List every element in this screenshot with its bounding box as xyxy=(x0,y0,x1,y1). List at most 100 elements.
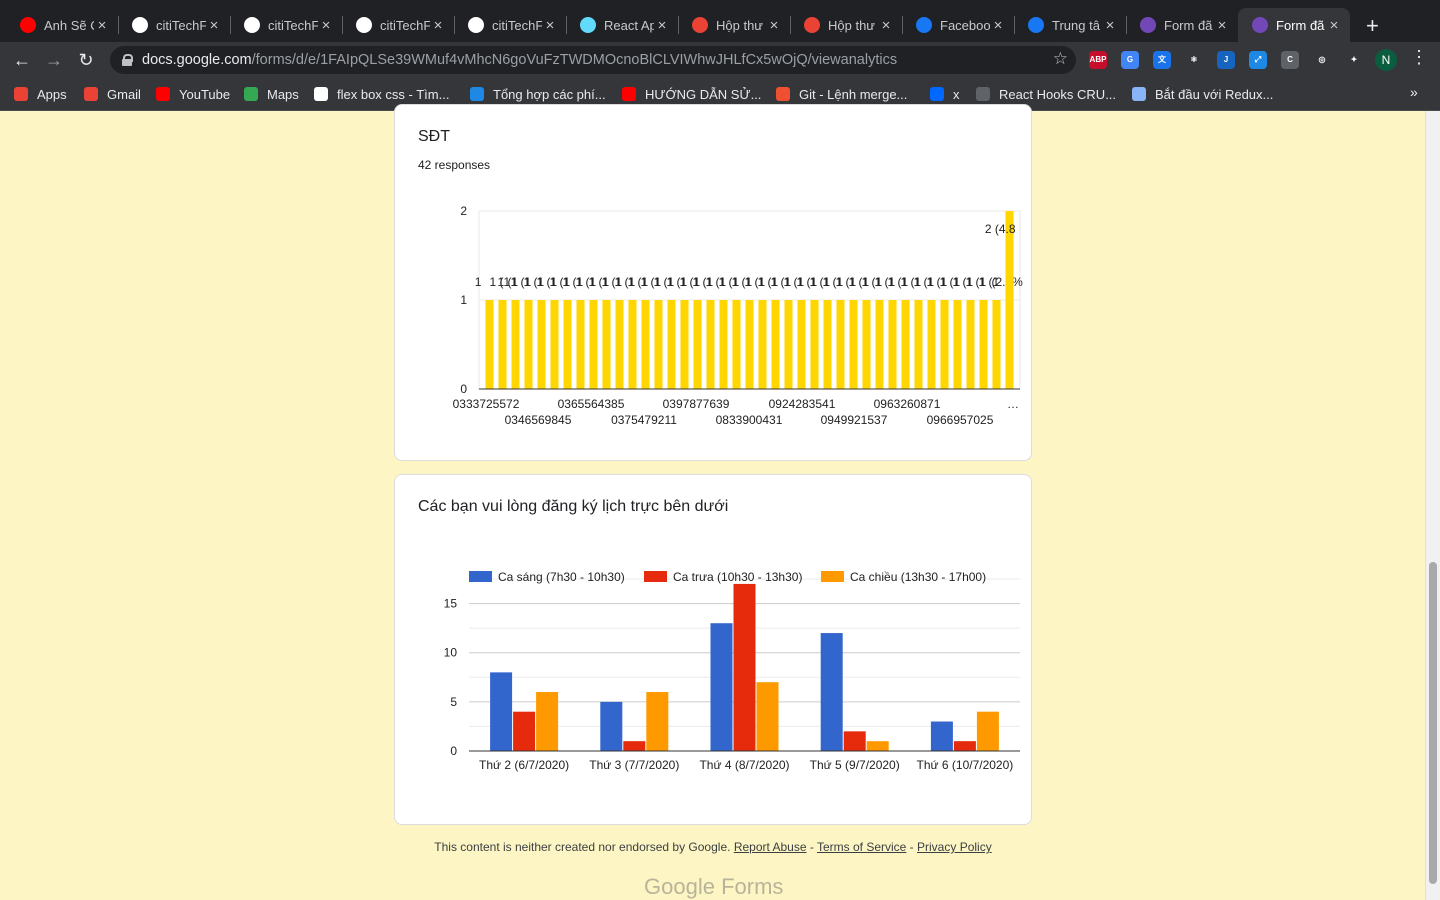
close-tab-icon[interactable]: × xyxy=(878,17,894,34)
browser-tab[interactable]: Anh Sẽ C× xyxy=(6,8,118,42)
github-icon xyxy=(468,17,484,33)
close-tab-icon[interactable]: × xyxy=(766,17,782,34)
git-icon xyxy=(776,87,790,101)
bookmark-item[interactable]: Maps xyxy=(244,85,299,103)
extension-icon[interactable]: G xyxy=(1121,51,1139,69)
browser-tab[interactable]: Hộp thư × xyxy=(790,8,902,42)
new-tab-button[interactable]: + xyxy=(1366,13,1379,39)
gmail-icon xyxy=(84,87,98,101)
bookmark-label: HƯỚNG DẪN SỬ... xyxy=(645,86,762,102)
bookmark-item[interactable]: flex box css - Tìm... xyxy=(314,85,449,103)
browser-tab[interactable]: React Ap × xyxy=(566,8,678,42)
close-tab-icon[interactable]: × xyxy=(430,17,446,34)
browser-tab[interactable]: Hộp thư × xyxy=(678,8,790,42)
bookmark-item[interactable]: Tổng hợp các phí... xyxy=(470,85,606,103)
tab-separator xyxy=(902,16,903,34)
page-footer: This content is neither created nor endo… xyxy=(394,840,1032,854)
browser-tab[interactable]: citiTechF × xyxy=(342,8,454,42)
profile-avatar[interactable]: N xyxy=(1375,49,1397,71)
extension-icon[interactable]: ABP xyxy=(1089,51,1107,69)
bookmark-item[interactable]: React Hooks CRU... xyxy=(976,85,1116,103)
terms-of-service-link[interactable]: Terms of Service xyxy=(817,840,906,854)
google-forms-icon xyxy=(1252,17,1268,33)
data-bar xyxy=(490,672,513,751)
bookmark-label: Tổng hợp các phí... xyxy=(493,86,606,102)
close-tab-icon[interactable]: × xyxy=(654,17,670,34)
data-bar xyxy=(875,300,884,389)
extension-icon[interactable]: ✦ xyxy=(1345,51,1363,69)
browser-tab[interactable]: citiTechF × xyxy=(454,8,566,42)
extension-icon[interactable]: C xyxy=(1281,51,1299,69)
address-bar[interactable]: docs.google.com/forms/d/e/1FAIpQLSe39WMu… xyxy=(110,46,1076,74)
close-tab-icon[interactable]: × xyxy=(318,17,334,34)
youtube-icon xyxy=(20,17,36,33)
browser-tab[interactable]: Faceboo × xyxy=(902,8,1014,42)
scrollbar-thumb[interactable] xyxy=(1429,562,1437,884)
extension-icon[interactable]: J xyxy=(1217,51,1235,69)
data-bar xyxy=(693,300,702,389)
x-tick-label: 0966957025 xyxy=(927,413,994,427)
phone-question-card: SĐT 42 responses 01211 (1 1 (1 1 (1 1 (1 1 (… xyxy=(394,104,1032,461)
github-icon xyxy=(356,17,372,33)
extension-icon[interactable]: ⚛ xyxy=(1185,51,1203,69)
close-tab-icon[interactable]: × xyxy=(1326,17,1342,34)
reload-button[interactable]: ↻ xyxy=(74,48,98,72)
lock-icon xyxy=(122,54,133,66)
data-bar xyxy=(820,633,843,751)
close-tab-icon[interactable]: × xyxy=(1102,17,1118,34)
report-abuse-link[interactable]: Report Abuse xyxy=(734,840,807,854)
x-category-label: Thứ 5 (9/7/2020) xyxy=(810,758,900,772)
x-tick-label: 0963260871 xyxy=(874,397,941,411)
tab-separator xyxy=(342,16,343,34)
legend-swatch xyxy=(469,571,492,582)
close-tab-icon[interactable]: × xyxy=(1214,17,1230,34)
close-tab-icon[interactable]: × xyxy=(990,17,1006,34)
bookmark-item[interactable]: x xyxy=(930,85,960,103)
data-bar xyxy=(615,300,624,389)
tab-title: React Ap xyxy=(604,17,654,33)
close-tab-icon[interactable]: × xyxy=(206,17,222,34)
browser-tab[interactable]: Trung tâ × xyxy=(1014,8,1126,42)
tab-title: Trung tâ xyxy=(1052,17,1100,33)
privacy-policy-link[interactable]: Privacy Policy xyxy=(917,840,992,854)
bookmark-star-icon[interactable]: ☆ xyxy=(1053,49,1068,69)
close-tab-icon[interactable]: × xyxy=(94,17,110,34)
browser-tab[interactable]: Form đã × xyxy=(1238,8,1350,42)
data-bar xyxy=(771,300,780,389)
bookmark-item[interactable]: Bắt đầu với Redux... xyxy=(1132,85,1273,103)
browser-tab[interactable]: Form đã × xyxy=(1126,8,1238,42)
bookmark-item[interactable]: Gmail xyxy=(84,85,141,103)
url-host: docs.google.com xyxy=(142,52,252,68)
x-tick-label: 0949921537 xyxy=(821,413,888,427)
forward-button[interactable]: → xyxy=(42,48,66,72)
data-bar xyxy=(719,300,728,389)
data-bar xyxy=(849,300,858,389)
close-tab-icon[interactable]: × xyxy=(542,17,558,34)
bookmark-item[interactable]: HƯỚNG DẪN SỬ... xyxy=(622,85,761,103)
browser-tab[interactable]: citiTechF × xyxy=(230,8,342,42)
extension-icon[interactable]: 文 xyxy=(1153,51,1171,69)
code-icon xyxy=(976,87,990,101)
data-bar xyxy=(589,300,598,389)
bookmark-item[interactable]: Apps xyxy=(14,85,67,103)
back-button[interactable]: ← xyxy=(10,48,34,72)
data-bar xyxy=(641,300,650,389)
x-category-label: Thứ 3 (7/7/2020) xyxy=(589,758,679,772)
url-path: /forms/d/e/1FAIpQLSe39WMuf4vMhcN6goVuFzT… xyxy=(251,52,898,68)
tab-title: Hộp thư xyxy=(716,17,764,33)
data-bar xyxy=(667,300,676,389)
data-bar xyxy=(979,300,988,389)
bookmark-item[interactable]: Git - Lệnh merge... xyxy=(776,85,907,103)
bookmark-item[interactable]: YouTube xyxy=(156,85,230,103)
bookmarks-overflow-icon[interactable]: » xyxy=(1410,84,1418,100)
google-forms-logo[interactable]: Google Forms xyxy=(644,874,783,900)
extension-icon[interactable]: ◎ xyxy=(1313,51,1331,69)
bookmark-label: Git - Lệnh merge... xyxy=(799,86,908,102)
data-bar xyxy=(992,300,1001,389)
data-bar xyxy=(745,300,754,389)
extension-icon[interactable]: ⤢ xyxy=(1249,51,1267,69)
x-tick-label: 0375479211 xyxy=(611,413,677,427)
browser-menu-icon[interactable]: ⋮ xyxy=(1410,47,1428,68)
browser-tab[interactable]: citiTechF × xyxy=(118,8,230,42)
data-bar xyxy=(733,583,756,751)
